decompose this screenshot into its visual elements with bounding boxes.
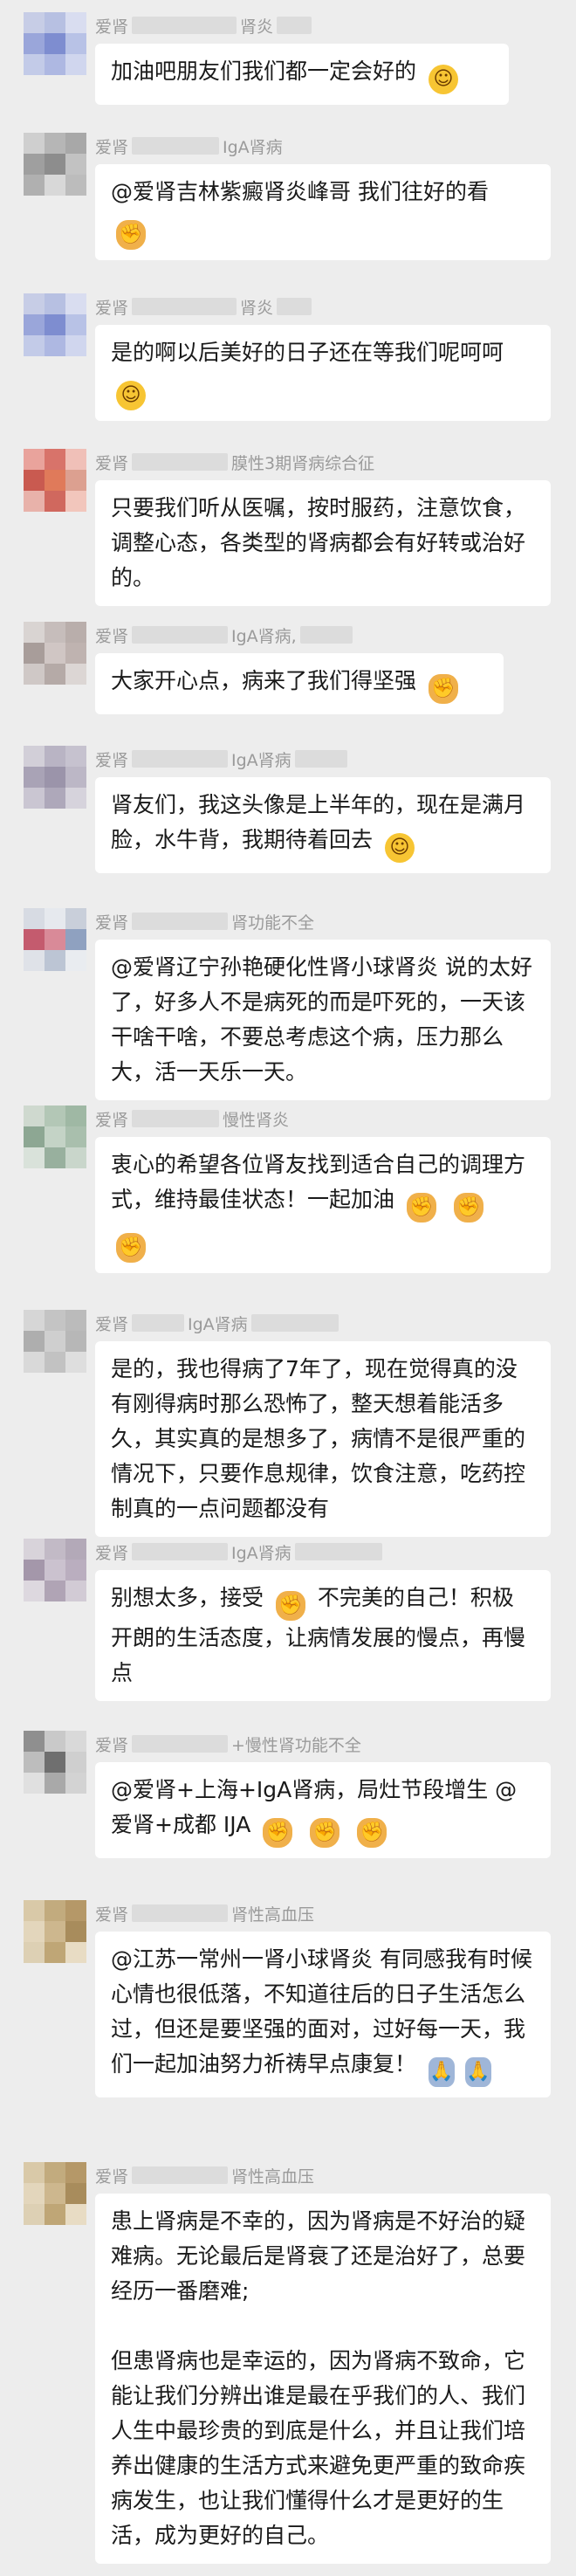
smile-emoji-icon: ☺ bbox=[428, 65, 458, 94]
avatar[interactable] bbox=[24, 908, 86, 971]
message-bubble[interactable]: 是的啊以后美好的日子还在等我们呢呵呵 ☺ bbox=[95, 325, 551, 421]
avatar[interactable] bbox=[24, 12, 86, 75]
message-bubble[interactable]: 衷心的希望各位肾友找到适合自己的调理方式，维持最佳状态！一起加油 ✊ ✊ ✊ bbox=[95, 1137, 551, 1273]
message-bubble[interactable]: @爱肾+上海+IgA肾病，局灶节段增生 @爱肾+成都 IJA ✊ ✊ ✊ bbox=[95, 1762, 551, 1858]
message-text: 大家开心点，病来了我们得坚强 ✊ bbox=[111, 664, 488, 704]
message-bubble[interactable]: 加油吧朋友们我们都一定会好的 ☺ bbox=[95, 44, 509, 105]
message-bubble[interactable]: 别想太多，接受 ✊ 不完美的自己！积极开朗的生活态度，让病情发展的慢点，再慢点 bbox=[95, 1570, 551, 1701]
sender-name: 爱肾 IgA肾病, bbox=[95, 622, 356, 648]
message-text: 是的，我也得病了7年了，现在觉得真的没有刚得病时那么恐怖了，整天想着能活多久，其… bbox=[111, 1356, 526, 1521]
avatar[interactable] bbox=[24, 746, 86, 809]
message-bubble[interactable]: 患上肾病是不幸的，因为肾病是不好治的疑难病。无论最后是肾衰了还是治好了，总要经历… bbox=[95, 2194, 551, 2564]
avatar[interactable] bbox=[24, 622, 86, 685]
smile-emoji-icon: ☺ bbox=[384, 833, 415, 863]
message-bubble[interactable]: @江苏一常州一肾小球肾炎 有同感我有时候心情也很低落，不知道往后的日子生活怎么过… bbox=[95, 1932, 551, 2097]
sender-name: 爱肾 +慢性肾功能不全 bbox=[95, 1735, 361, 1755]
message-text: 只要我们听从医嘱，按时服药，注意饮食，调整心态，各类型的肾病都会有好转或治好的。 bbox=[111, 495, 526, 590]
sender-name: 爱肾 IgA肾病 bbox=[95, 746, 351, 772]
avatar[interactable] bbox=[24, 1310, 86, 1373]
message-text: 肾友们，我这头像是上半年的，现在是满月脸，水牛背，我期待着回去 ☺ bbox=[111, 788, 535, 863]
fist-emoji-icon: ✊ bbox=[275, 1591, 305, 1621]
sender-name: 爱肾 肾炎 bbox=[95, 12, 315, 38]
sender-name: 爱肾 IgA肾病 bbox=[95, 1539, 386, 1565]
message-bubble[interactable]: 肾友们，我这头像是上半年的，现在是满月脸，水牛背，我期待着回去 ☺ bbox=[95, 777, 551, 873]
pray-emoji-icon: 🙏 bbox=[464, 2057, 491, 2087]
avatar[interactable] bbox=[24, 449, 86, 512]
sender-name: 爱肾 肾功能不全 bbox=[95, 913, 315, 933]
sender-name: 爱肾 慢性肾炎 bbox=[95, 1110, 290, 1130]
message-bubble[interactable]: 只要我们听从医嘱，按时服药，注意饮食，调整心态，各类型的肾病都会有好转或治好的。 bbox=[95, 480, 551, 606]
fist-emoji-icon: ✊ bbox=[310, 1818, 340, 1848]
avatar[interactable] bbox=[24, 1900, 86, 1963]
fist-emoji-icon: ✊ bbox=[453, 1193, 483, 1223]
fist-emoji-icon: ✊ bbox=[116, 220, 146, 250]
avatar[interactable] bbox=[24, 2162, 86, 2225]
sender-name: 爱肾 IgA肾病 bbox=[95, 137, 283, 157]
message-text: 患上肾病是不幸的，因为肾病是不好治的疑难病。无论最后是肾衰了还是治好了，总要经历… bbox=[111, 2208, 526, 2304]
sender-name: 爱肾 膜性3期肾病综合征 bbox=[95, 453, 375, 473]
fist-emoji-icon: ✊ bbox=[428, 674, 458, 704]
sender-name: 爱肾 肾性高血压 bbox=[95, 1904, 315, 1925]
message-bubble[interactable]: 大家开心点，病来了我们得坚强 ✊ bbox=[95, 653, 504, 714]
fist-emoji-icon: ✊ bbox=[263, 1818, 293, 1848]
message-bubble[interactable]: @爱肾吉林紫癜肾炎峰哥 我们往好的看 ✊ bbox=[95, 164, 551, 260]
message-text: 是的啊以后美好的日子还在等我们呢呵呵 ☺ bbox=[111, 335, 535, 410]
fist-emoji-icon: ✊ bbox=[406, 1193, 436, 1223]
pray-emoji-icon: 🙏 bbox=[428, 2057, 455, 2087]
avatar[interactable] bbox=[24, 133, 86, 196]
sender-name: 爱肾 IgA肾病 bbox=[95, 1310, 342, 1336]
message-text: @江苏一常州一肾小球肾炎 有同感我有时候心情也很低落，不知道往后的日子生活怎么过… bbox=[111, 1942, 535, 2087]
avatar[interactable] bbox=[24, 1105, 86, 1168]
sender-name: 爱肾 肾性高血压 bbox=[95, 2166, 315, 2187]
message-text: 别想太多，接受 ✊ 不完美的自己！积极开朗的生活态度，让病情发展的慢点，再慢点 bbox=[111, 1585, 526, 1685]
avatar[interactable] bbox=[24, 1539, 86, 1601]
message-text: @爱肾吉林紫癜肾炎峰哥 我们往好的看 ✊ bbox=[111, 175, 535, 250]
fist-emoji-icon: ✊ bbox=[357, 1818, 387, 1848]
avatar[interactable] bbox=[24, 293, 86, 356]
message-text: 加油吧朋友们我们都一定会好的 ☺ bbox=[111, 54, 493, 94]
sender-name: 爱肾 肾炎 bbox=[95, 293, 315, 320]
message-bubble[interactable]: 是的，我也得病了7年了，现在觉得真的没有刚得病时那么恐怖了，整天想着能活多久，其… bbox=[95, 1341, 551, 1537]
message-text: 衷心的希望各位肾友找到适合自己的调理方式，维持最佳状态！一起加油 ✊ ✊ ✊ bbox=[111, 1147, 535, 1263]
avatar[interactable] bbox=[24, 1731, 86, 1794]
smile-emoji-icon: ☺ bbox=[116, 381, 146, 410]
message-text: 但患肾病也是幸运的，因为肾病不致命，它能让我们分辨出谁是最在乎我们的人、我们人生… bbox=[111, 2348, 526, 2548]
fist-emoji-icon: ✊ bbox=[116, 1233, 146, 1263]
message-bubble[interactable]: @爱肾辽宁孙艳硬化性肾小球肾炎 说的太好了，好多人不是病死的而是吓死的，一天该干… bbox=[95, 940, 551, 1100]
message-text: @爱肾辽宁孙艳硬化性肾小球肾炎 说的太好了，好多人不是病死的而是吓死的，一天该干… bbox=[111, 954, 532, 1085]
message-text: @爱肾+上海+IgA肾病，局灶节段增生 @爱肾+成都 IJA ✊ ✊ ✊ bbox=[111, 1773, 535, 1848]
